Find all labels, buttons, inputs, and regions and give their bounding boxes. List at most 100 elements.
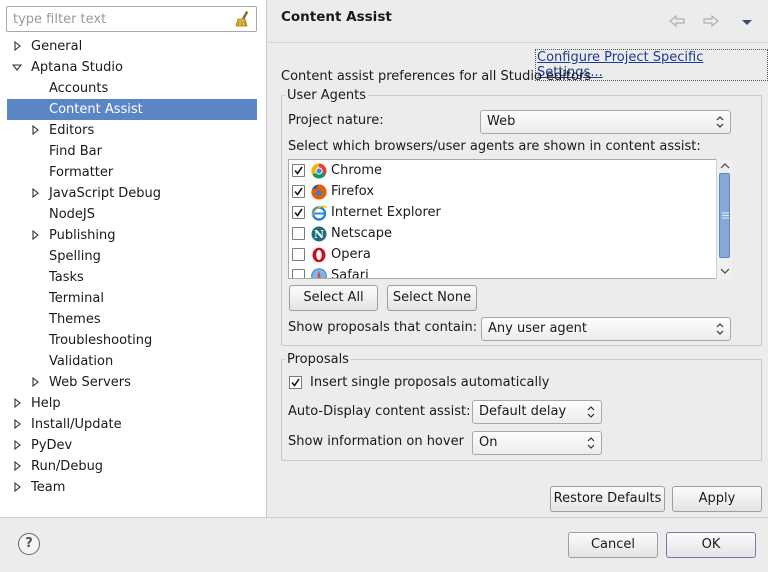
filter-input[interactable]: [11, 9, 231, 29]
checkmark-icon: [291, 378, 300, 387]
twisty-collapsed-icon[interactable]: [11, 477, 23, 498]
browser-list-scrollbar[interactable]: [716, 159, 732, 279]
tree-item-label: Troubleshooting: [49, 333, 153, 348]
combo-arrows-icon: [715, 115, 725, 129]
tree-item-label: General: [31, 39, 83, 54]
combo-arrows-icon: [586, 405, 596, 419]
browser-checkbox[interactable]: [292, 206, 305, 219]
twisty-collapsed-icon[interactable]: [29, 183, 41, 204]
tree-item-find-bar[interactable]: Find Bar: [7, 141, 257, 162]
twisty-expanded-icon[interactable]: [11, 57, 23, 78]
tree-item-label: Themes: [49, 312, 101, 327]
browser-list[interactable]: Chrome Firefox Internet Explorer N Netscape O…: [288, 159, 732, 279]
twisty-collapsed-icon[interactable]: [29, 120, 41, 141]
tree-item-publishing[interactable]: Publishing: [7, 225, 257, 246]
back-arrow-icon[interactable]: [668, 13, 686, 29]
checkmark-icon: [294, 187, 303, 196]
tree-item-help[interactable]: Help: [7, 393, 257, 414]
project-nature-select[interactable]: Web: [480, 110, 731, 134]
filter-field[interactable]: [6, 6, 257, 32]
page-title: Content Assist: [281, 9, 392, 25]
tree-item-team[interactable]: Team: [7, 477, 257, 498]
scroll-thumb[interactable]: [719, 173, 730, 258]
twisty-collapsed-icon[interactable]: [11, 414, 23, 435]
browser-item-opera[interactable]: Opera: [289, 244, 715, 265]
auto-display-label: Auto-Display content assist:: [288, 404, 471, 419]
tree-item-label: NodeJS: [49, 207, 96, 222]
help-icon[interactable]: ?: [18, 533, 40, 555]
forward-arrow-icon[interactable]: [702, 13, 720, 29]
tree-item-label: Terminal: [49, 291, 104, 306]
tree-item-tasks[interactable]: Tasks: [7, 267, 257, 288]
browser-label: Firefox: [331, 184, 375, 199]
select-none-button[interactable]: Select None: [387, 285, 477, 311]
internet-explorer-icon: [311, 205, 327, 221]
twisty-collapsed-icon[interactable]: [11, 36, 23, 57]
apply-button[interactable]: Apply: [672, 486, 762, 512]
twisty-collapsed-icon[interactable]: [29, 372, 41, 393]
insert-single-checkbox[interactable]: [289, 376, 302, 389]
proposals-legend: Proposals: [287, 352, 349, 367]
tree-item-run-debug[interactable]: Run/Debug: [7, 456, 257, 477]
tree-item-label: Find Bar: [49, 144, 102, 159]
browser-checkbox[interactable]: [292, 185, 305, 198]
user-agents-legend: User Agents: [287, 88, 367, 103]
scroll-down-icon[interactable]: [720, 267, 730, 275]
page-description: Content assist preferences for all Studi…: [281, 69, 592, 84]
tree-item-pydev[interactable]: PyDev: [7, 435, 257, 456]
twisty-collapsed-icon[interactable]: [29, 225, 41, 246]
browser-label: Chrome: [331, 163, 382, 178]
browser-checkbox[interactable]: [292, 248, 305, 261]
restore-defaults-button[interactable]: Restore Defaults: [550, 486, 665, 512]
tree-item-label: Run/Debug: [31, 459, 104, 474]
tree-item-label: Tasks: [49, 270, 84, 285]
tree-item-label: Aptana Studio: [31, 60, 123, 75]
show-proposals-label: Show proposals that contain:: [288, 320, 478, 335]
auto-display-value: Default delay: [479, 404, 567, 419]
browser-item-safari[interactable]: Safari: [289, 265, 715, 278]
tree-item-content-assist[interactable]: Content Assist: [7, 99, 257, 120]
tree-item-troubleshooting[interactable]: Troubleshooting: [7, 330, 257, 351]
tree-item-label: Team: [31, 480, 66, 495]
tree-item-validation[interactable]: Validation: [7, 351, 257, 372]
browser-checkbox[interactable]: [292, 164, 305, 177]
scroll-up-icon[interactable]: [720, 162, 730, 170]
tree-item-spelling[interactable]: Spelling: [7, 246, 257, 267]
tree-item-label: Help: [31, 396, 61, 411]
show-info-select[interactable]: On: [472, 431, 602, 455]
browser-item-netscape[interactable]: N Netscape: [289, 223, 715, 244]
tree-item-terminal[interactable]: Terminal: [7, 288, 257, 309]
browser-checkbox[interactable]: [292, 227, 305, 240]
twisty-collapsed-icon[interactable]: [11, 393, 23, 414]
project-nature-value: Web: [487, 114, 516, 129]
tree-item-themes[interactable]: Themes: [7, 309, 257, 330]
ok-button[interactable]: OK: [666, 532, 756, 558]
tree-item-formatter[interactable]: Formatter: [7, 162, 257, 183]
firefox-icon: [311, 184, 327, 200]
browser-checkbox[interactable]: [292, 269, 305, 278]
tree-item-aptana-studio[interactable]: Aptana Studio: [7, 57, 257, 78]
tree-item-editors[interactable]: Editors: [7, 120, 257, 141]
show-proposals-value: Any user agent: [488, 321, 587, 336]
tree-item-accounts[interactable]: Accounts: [7, 78, 257, 99]
netscape-icon: N: [311, 226, 327, 242]
twisty-collapsed-icon[interactable]: [11, 435, 23, 456]
tree-item-label: Install/Update: [31, 417, 122, 432]
tree-item-nodejs[interactable]: NodeJS: [7, 204, 257, 225]
tree-item-web-servers[interactable]: Web Servers: [7, 372, 257, 393]
cancel-button[interactable]: Cancel: [568, 532, 658, 558]
tree-item-general[interactable]: General: [7, 36, 257, 57]
project-nature-label: Project nature:: [288, 113, 384, 128]
select-all-button[interactable]: Select All: [289, 285, 378, 311]
twisty-collapsed-icon[interactable]: [11, 456, 23, 477]
insert-single-label[interactable]: Insert single proposals automatically: [310, 375, 549, 390]
show-proposals-select[interactable]: Any user agent: [481, 317, 731, 341]
tree-item-javascript-debug[interactable]: JavaScript Debug: [7, 183, 257, 204]
tree-item-install-update[interactable]: Install/Update: [7, 414, 257, 435]
view-menu-icon[interactable]: [738, 13, 756, 29]
browser-item-internet-explorer[interactable]: Internet Explorer: [289, 202, 715, 223]
auto-display-select[interactable]: Default delay: [472, 400, 602, 424]
clear-filter-icon[interactable]: [234, 10, 252, 28]
browser-item-chrome[interactable]: Chrome: [289, 160, 715, 181]
browser-item-firefox[interactable]: Firefox: [289, 181, 715, 202]
